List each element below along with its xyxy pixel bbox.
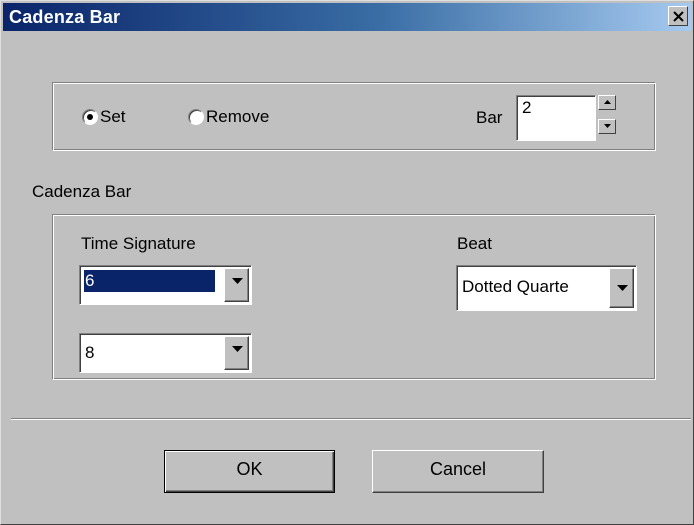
time-signature-denominator-select[interactable]: 8: [79, 333, 252, 373]
dialog-window: Cadenza Bar Set Remove Bar 2 Cadenza Bar…: [0, 0, 694, 525]
close-icon: [673, 11, 684, 22]
beat-value: Dotted Quarte: [462, 277, 569, 296]
denominator-dropdown-button[interactable]: [224, 336, 249, 370]
chevron-down-icon: [232, 278, 243, 284]
time-signature-label: Time Signature: [81, 234, 196, 253]
numerator-value: 6: [84, 270, 215, 292]
bar-input[interactable]: 2: [516, 95, 596, 141]
remove-radio[interactable]: [188, 109, 204, 125]
cadenza-section-heading: Cadenza Bar: [32, 182, 132, 201]
title-bar[interactable]: Cadenza Bar: [3, 3, 691, 31]
remove-radio-label[interactable]: Remove: [206, 107, 269, 127]
beat-select[interactable]: Dotted Quarte: [456, 265, 637, 311]
ok-button-label: OK: [236, 459, 263, 479]
bar-label: Bar: [476, 108, 503, 127]
bar-value: 2: [522, 98, 532, 117]
chevron-down-icon: [617, 285, 628, 291]
spin-down-icon: [604, 124, 611, 128]
spin-up-icon: [604, 100, 611, 104]
chevron-down-icon: [232, 346, 243, 352]
close-button[interactable]: [668, 6, 688, 26]
beat-label: Beat: [457, 234, 492, 253]
separator: [11, 418, 691, 420]
ok-button[interactable]: OK: [164, 450, 335, 493]
cancel-button-label: Cancel: [429, 459, 487, 479]
denominator-value: 8: [85, 343, 95, 362]
set-radio[interactable]: [82, 109, 98, 125]
bar-spin-down-button[interactable]: [598, 119, 616, 134]
set-radio-dot: [87, 114, 93, 120]
numerator-dropdown-button[interactable]: [224, 268, 249, 302]
window-title: Cadenza Bar: [9, 7, 121, 27]
set-radio-label[interactable]: Set: [100, 107, 126, 127]
cancel-button[interactable]: Cancel: [372, 450, 544, 493]
time-signature-numerator-select[interactable]: 6: [79, 265, 252, 305]
beat-dropdown-button[interactable]: [609, 268, 634, 308]
bar-spin-up-button[interactable]: [598, 95, 616, 110]
